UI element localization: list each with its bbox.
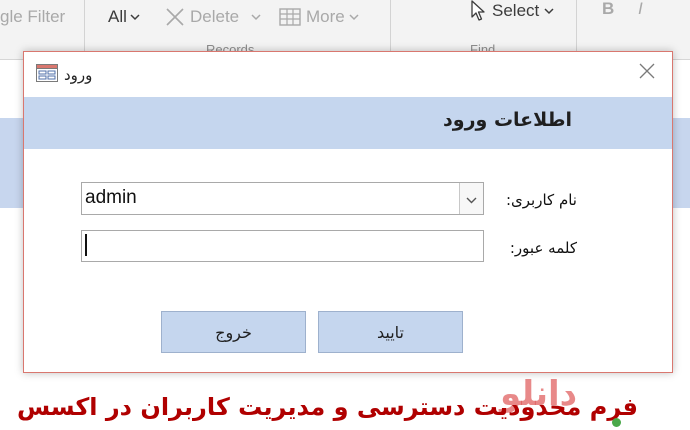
dialog-header-title: اطلاعات ورود <box>443 109 572 131</box>
refresh-all-button[interactable]: All <box>108 2 140 32</box>
cursor-arrow-icon <box>470 0 486 22</box>
login-dialog: ورود اطلاعات ورود نام کاربری: admin کلمه… <box>23 51 673 373</box>
exit-button[interactable]: خروج <box>161 311 306 353</box>
username-combobox[interactable]: admin <box>81 182 484 215</box>
text-caret <box>85 234 87 256</box>
more-label: More <box>306 7 345 26</box>
italic-label: I <box>638 0 643 18</box>
username-dropdown-button[interactable] <box>459 183 483 214</box>
delete-button[interactable]: Delete <box>165 2 261 32</box>
dialog-header: اطلاعات ورود <box>24 97 672 149</box>
select-label: Select <box>492 1 540 20</box>
select-button[interactable]: Select <box>470 0 554 26</box>
bold-label: B <box>602 0 615 18</box>
chevron-down-icon <box>349 13 359 21</box>
chevron-down-icon <box>251 13 261 21</box>
dialog-window-title: ورود <box>64 66 93 84</box>
more-button[interactable]: More <box>279 2 359 32</box>
toggle-filter-label: gle Filter <box>0 7 66 26</box>
italic-button[interactable]: I <box>638 0 643 24</box>
close-button[interactable] <box>636 62 658 84</box>
delete-x-icon <box>165 7 185 27</box>
dialog-titlebar[interactable]: ورود <box>24 52 672 96</box>
bold-button[interactable]: B <box>602 0 614 24</box>
username-label: نام کاربری: <box>505 191 577 209</box>
table-grid-icon <box>279 7 301 27</box>
chevron-down-icon <box>544 7 554 15</box>
chevron-down-icon <box>466 189 477 208</box>
dialog-title-group: ورود <box>36 64 92 86</box>
watermark-dot <box>612 418 621 427</box>
password-input[interactable] <box>81 230 484 262</box>
username-value: admin <box>85 187 137 208</box>
ribbon-separator <box>84 0 85 58</box>
ribbon-separator <box>576 0 577 58</box>
refresh-all-label: All <box>108 7 127 26</box>
delete-label: Delete <box>190 7 240 26</box>
ok-button[interactable]: تایید <box>318 311 463 353</box>
toggle-filter-button[interactable]: gle Filter <box>0 2 65 32</box>
close-icon <box>639 63 655 83</box>
ribbon-separator <box>390 0 391 58</box>
chevron-down-icon <box>130 13 140 21</box>
caption-text: فرم محدودیت دسترسی و مدیریت کاربران در ا… <box>16 393 638 421</box>
form-icon <box>36 64 58 86</box>
password-label: کلمه عبور: <box>509 239 577 257</box>
